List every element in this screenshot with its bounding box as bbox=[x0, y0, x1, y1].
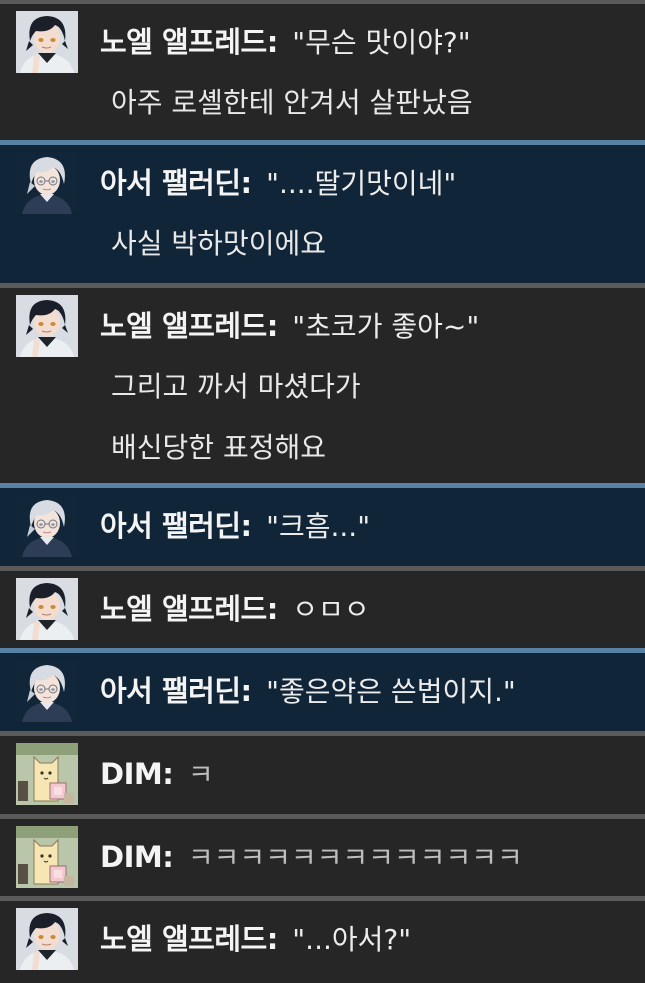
speaker-name: 아서 팰러딘 bbox=[100, 509, 241, 543]
dim-avatar bbox=[16, 826, 78, 888]
message-content: 노엘 앨프레드: "...아서?" bbox=[78, 901, 645, 983]
message-quote: "크흠..." bbox=[266, 510, 371, 543]
message-header: 노엘 앨프레드: "초코가 좋아~" bbox=[100, 308, 645, 345]
message-header: 아서 팰러딘: "....딸기맛이네" bbox=[100, 165, 645, 202]
message-quote: "....딸기맛이네" bbox=[266, 167, 457, 200]
narration-line: 배신당한 표정해요 bbox=[111, 431, 326, 464]
message-content: 아서 팰러딘: "좋은약은 쓴법이지." bbox=[78, 653, 645, 731]
message-content: 아서 팰러딘: "....딸기맛이네" 사실 박하맛이에요 bbox=[78, 145, 645, 283]
name-separator: : bbox=[240, 509, 253, 543]
speaker-name: 노엘 앨프레드 bbox=[100, 592, 267, 626]
message-quote: ㅋ bbox=[187, 758, 214, 791]
arthur-avatar bbox=[16, 495, 78, 557]
chat-message: 아서 팰러딘: "....딸기맛이네" 사실 박하맛이에요 bbox=[0, 140, 645, 283]
narration-line: 그리고 까서 마셨다가 bbox=[111, 370, 361, 403]
name-separator: : bbox=[266, 309, 279, 343]
chat-message: 노엘 앨프레드: "초코가 좋아~" 그리고 까서 마셨다가배신당한 표정해요 bbox=[0, 283, 645, 483]
name-separator: : bbox=[162, 840, 174, 874]
chat-message: DIM: ㅋ bbox=[0, 731, 645, 814]
noel-avatar bbox=[16, 908, 78, 970]
noel-avatar bbox=[16, 295, 78, 357]
speaker-name: 아서 팰러딘 bbox=[100, 166, 241, 200]
message-content: 아서 팰러딘: "크흠..." bbox=[78, 488, 645, 566]
message-quote: "...아서?" bbox=[292, 923, 412, 956]
name-separator: : bbox=[266, 922, 279, 956]
message-content: DIM: ㅋㅋㅋㅋㅋㅋㅋㅋㅋㅋㅋㅋㅋ bbox=[78, 819, 645, 896]
message-quote: "좋은약은 쓴법이지." bbox=[266, 675, 516, 708]
message-content: 노엘 앨프레드: "초코가 좋아~" 그리고 까서 마셨다가배신당한 표정해요 bbox=[78, 288, 645, 483]
message-header: DIM: ㅋ bbox=[100, 756, 645, 793]
noel-avatar bbox=[16, 11, 78, 73]
message-quote: "무슨 맛이야?" bbox=[292, 26, 471, 59]
chat-message: DIM: ㅋㅋㅋㅋㅋㅋㅋㅋㅋㅋㅋㅋㅋ bbox=[0, 814, 645, 896]
narration-line: 사실 박하맛이에요 bbox=[111, 227, 326, 260]
name-separator: : bbox=[162, 757, 174, 791]
chat-message: 노엘 앨프레드: "무슨 맛이야?" 아주 로셸한테 안겨서 살판났음 bbox=[0, 0, 645, 140]
speaker-name: DIM bbox=[100, 840, 163, 874]
message-quote: ㅇㅁㅇ bbox=[292, 593, 370, 626]
speaker-name: 노엘 앨프레드 bbox=[100, 922, 267, 956]
name-separator: : bbox=[266, 592, 279, 626]
speaker-name: 노엘 앨프레드 bbox=[100, 309, 267, 343]
chat-message: 아서 팰러딘: "크흠..." bbox=[0, 483, 645, 566]
chat-message: 노엘 앨프레드: ㅇㅁㅇ bbox=[0, 566, 645, 648]
narration-line: 아주 로셸한테 안겨서 살판났음 bbox=[111, 86, 473, 119]
arthur-avatar bbox=[16, 152, 78, 214]
name-separator: : bbox=[240, 166, 253, 200]
name-separator: : bbox=[240, 674, 253, 708]
chat-log: 노엘 앨프레드: "무슨 맛이야?" 아주 로셸한테 안겨서 살판났음 아서 팰러딘… bbox=[0, 0, 645, 983]
speaker-name: 아서 팰러딘 bbox=[100, 674, 241, 708]
message-header: 아서 팰러딘: "크흠..." bbox=[100, 508, 645, 545]
message-content: 노엘 앨프레드: "무슨 맛이야?" 아주 로셸한테 안겨서 살판났음 bbox=[78, 4, 645, 140]
speaker-name: DIM bbox=[100, 757, 163, 791]
name-separator: : bbox=[266, 25, 279, 59]
dim-avatar bbox=[16, 743, 78, 805]
message-quote: ㅋㅋㅋㅋㅋㅋㅋㅋㅋㅋㅋㅋㅋ bbox=[187, 841, 523, 874]
message-content: 노엘 앨프레드: ㅇㅁㅇ bbox=[78, 571, 645, 648]
chat-message: 아서 팰러딘: "좋은약은 쓴법이지." bbox=[0, 648, 645, 731]
message-content: DIM: ㅋ bbox=[78, 736, 645, 814]
message-header: DIM: ㅋㅋㅋㅋㅋㅋㅋㅋㅋㅋㅋㅋㅋ bbox=[100, 839, 645, 876]
message-header: 노엘 앨프레드: ㅇㅁㅇ bbox=[100, 591, 645, 628]
message-header: 아서 팰러딘: "좋은약은 쓴법이지." bbox=[100, 673, 645, 710]
message-quote: "초코가 좋아~" bbox=[292, 310, 480, 343]
noel-avatar bbox=[16, 578, 78, 640]
speaker-name: 노엘 앨프레드 bbox=[100, 25, 267, 59]
message-header: 노엘 앨프레드: "무슨 맛이야?" bbox=[100, 24, 645, 61]
message-header: 노엘 앨프레드: "...아서?" bbox=[100, 921, 645, 958]
arthur-avatar bbox=[16, 660, 78, 722]
chat-message: 노엘 앨프레드: "...아서?" bbox=[0, 896, 645, 983]
